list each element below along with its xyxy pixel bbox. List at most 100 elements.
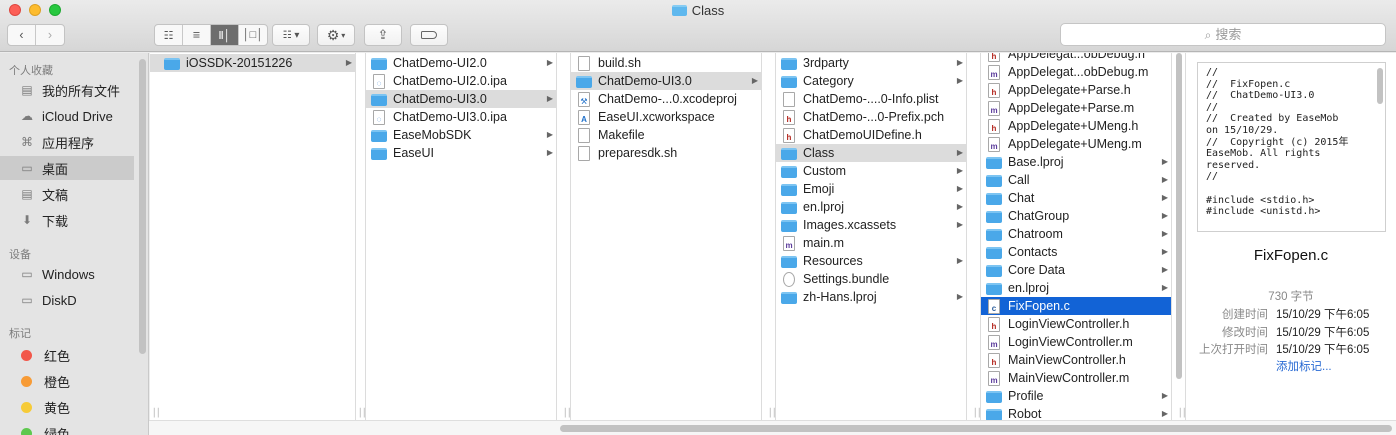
file-row[interactable]: m AppDelegate+Parse.m (981, 99, 1171, 117)
sidebar-scrollbar[interactable] (139, 59, 146, 354)
sidebar-item[interactable]: 绿色 (0, 421, 134, 435)
file-row[interactable]: preparesdk.sh (571, 144, 761, 162)
folder-row[interactable]: EaseMobSDK ▶ (366, 126, 556, 144)
tags-button[interactable] (410, 24, 448, 46)
file-row[interactable]: Makefile (571, 126, 761, 144)
folder-row[interactable]: ChatDemo-UI2.0 ▶ (366, 54, 556, 72)
folder-row[interactable]: ChatDemo-UI3.0 ▶ (571, 72, 761, 90)
folder-row[interactable]: Images.xcassets ▶ (776, 216, 966, 234)
document-icon-wrapper (576, 55, 592, 71)
file-row[interactable]: ChatDemo-....0-Info.plist (776, 90, 966, 108)
column-resize-handle[interactable]: ││ (152, 408, 161, 418)
disclosure-arrow-icon: ▶ (956, 256, 963, 265)
folder-row[interactable]: Class ▶ (776, 144, 966, 162)
folder-row[interactable]: ChatGroup ▶ (981, 207, 1171, 225)
file-row[interactable]: ⚒ ChatDemo-...0.xcodeproj (571, 90, 761, 108)
back-button[interactable]: ‹ (8, 25, 36, 45)
file-row[interactable]: Settings.bundle (776, 270, 966, 288)
column-divider[interactable] (967, 53, 981, 420)
folder-row[interactable]: Profile ▶ (981, 387, 1171, 405)
share-button[interactable]: ⇪ (364, 24, 402, 46)
column-resize-handle[interactable]: ││ (1178, 408, 1187, 418)
folder-row[interactable]: ChatDemo-UI3.0 ▶ (366, 90, 556, 108)
folder-row[interactable]: Base.lproj ▶ (981, 153, 1171, 171)
action-button[interactable]: ⚙ ▾ (317, 24, 355, 46)
file-name: MainViewController.m (1008, 371, 1130, 385)
sidebar-item[interactable]: ▤ 我的所有文件 (0, 78, 134, 102)
folder-row[interactable]: zh-Hans.lproj ▶ (776, 288, 966, 306)
ipa-file-icon: ◌ (373, 73, 385, 89)
sidebar-item[interactable]: ▭ 桌面 (0, 156, 134, 180)
folder-icon-wrapper (781, 75, 797, 88)
folder-row[interactable]: en.lproj ▶ (776, 198, 966, 216)
column-divider[interactable] (356, 53, 366, 420)
file-row[interactable]: m AppDelegat...obDebug.m (981, 63, 1171, 81)
folder-icon (986, 390, 1002, 403)
column-resize-handle[interactable]: ││ (768, 408, 777, 418)
tag-color-dot (21, 349, 32, 361)
file-row[interactable]: h MainViewController.h (981, 351, 1171, 369)
folder-row[interactable]: Contacts ▶ (981, 243, 1171, 261)
file-name: iOSSDK-20151226 (186, 56, 293, 70)
column-resize-handle[interactable]: ││ (973, 408, 982, 418)
sidebar-item[interactable]: 黄色 (0, 395, 134, 419)
file-row[interactable]: m AppDelegate+UMeng.m (981, 135, 1171, 153)
folder-row[interactable]: Robot ▶ (981, 405, 1171, 420)
folder-row[interactable]: en.lproj ▶ (981, 279, 1171, 297)
sidebar-item[interactable]: 橙色 (0, 369, 134, 393)
file-row[interactable]: h AppDelegate+Parse.h (981, 81, 1171, 99)
cover-flow-button[interactable]: │□│ (239, 25, 267, 45)
folder-row[interactable]: Custom ▶ (776, 162, 966, 180)
sidebar-item[interactable]: ☁ iCloud Drive (0, 104, 134, 128)
column-divider[interactable] (1172, 53, 1186, 420)
icon-view-button[interactable]: ☷ (155, 25, 183, 45)
folder-row[interactable]: Category ▶ (776, 72, 966, 90)
sidebar-item[interactable]: ▤ 文稿 (0, 182, 134, 206)
share-icon: ⇪ (377, 27, 389, 42)
folder-row[interactable]: Chat ▶ (981, 189, 1171, 207)
column-view-button[interactable]: Ⅱ│ (211, 25, 239, 45)
file-row[interactable]: c FixFopen.c (981, 297, 1171, 315)
column-resize-handle[interactable]: ││ (358, 408, 367, 418)
folder-row[interactable]: Chatroom ▶ (981, 225, 1171, 243)
sidebar-item[interactable]: ⬇ 下载 (0, 208, 134, 232)
file-row[interactable]: h ChatDemo-...0-Prefix.pch (776, 108, 966, 126)
file-row[interactable]: ◌ ChatDemo-UI2.0.ipa (366, 72, 556, 90)
file-preview-thumbnail[interactable]: // // FixFopen.c // ChatDemo-UI3.0 // //… (1197, 62, 1386, 232)
column-divider[interactable] (762, 53, 776, 420)
sidebar-item[interactable]: ▭ Windows (0, 262, 134, 286)
preview-pane: // // FixFopen.c // ChatDemo-UI3.0 // //… (1186, 53, 1396, 420)
arrange-button[interactable]: ☷ ▾ (272, 24, 310, 46)
file-name: EaseUI (393, 146, 434, 160)
sidebar-item[interactable]: 红色 (0, 343, 134, 367)
horizontal-scrollbar-thumb[interactable] (560, 425, 1392, 432)
add-tags-link[interactable]: 添加标记... (1276, 358, 1332, 374)
search-field[interactable]: ⌕ 搜索 (1060, 23, 1386, 46)
file-row[interactable]: h ChatDemoUIDefine.h (776, 126, 966, 144)
file-row[interactable]: h AppDelegate+UMeng.h (981, 117, 1171, 135)
forward-button[interactable]: › (36, 25, 64, 45)
file-row[interactable]: ◌ ChatDemo-UI3.0.ipa (366, 108, 556, 126)
sidebar-item[interactable]: ⌘ 应用程序 (0, 130, 134, 154)
preview-scrollbar[interactable] (1377, 68, 1383, 104)
column-resize-handle[interactable]: ││ (563, 408, 572, 418)
sidebar-item[interactable]: ▭ DiskD (0, 288, 134, 312)
file-row[interactable]: m MainViewController.m (981, 369, 1171, 387)
file-row[interactable]: A EaseUI.xcworkspace (571, 108, 761, 126)
file-name: Custom (803, 164, 847, 178)
folder-row[interactable]: Call ▶ (981, 171, 1171, 189)
file-row[interactable]: m main.m (776, 234, 966, 252)
file-row[interactable]: m LoginViewController.m (981, 333, 1171, 351)
file-row[interactable]: h LoginViewController.h (981, 315, 1171, 333)
folder-row[interactable]: Resources ▶ (776, 252, 966, 270)
folder-row[interactable]: EaseUI ▶ (366, 144, 556, 162)
folder-row[interactable]: Emoji ▶ (776, 180, 966, 198)
column-5-scrollbar[interactable] (1176, 53, 1182, 379)
file-row[interactable]: build.sh (571, 54, 761, 72)
folder-row[interactable]: 3rdparty ▶ (776, 54, 966, 72)
folder-row[interactable]: Core Data ▶ (981, 261, 1171, 279)
folder-row[interactable]: iOSSDK-20151226 ▶ (150, 54, 355, 72)
column-divider[interactable] (557, 53, 571, 420)
list-view-button[interactable]: ≡ (183, 25, 211, 45)
file-row[interactable]: h AppDelegat...obDebug.h (981, 53, 1171, 63)
